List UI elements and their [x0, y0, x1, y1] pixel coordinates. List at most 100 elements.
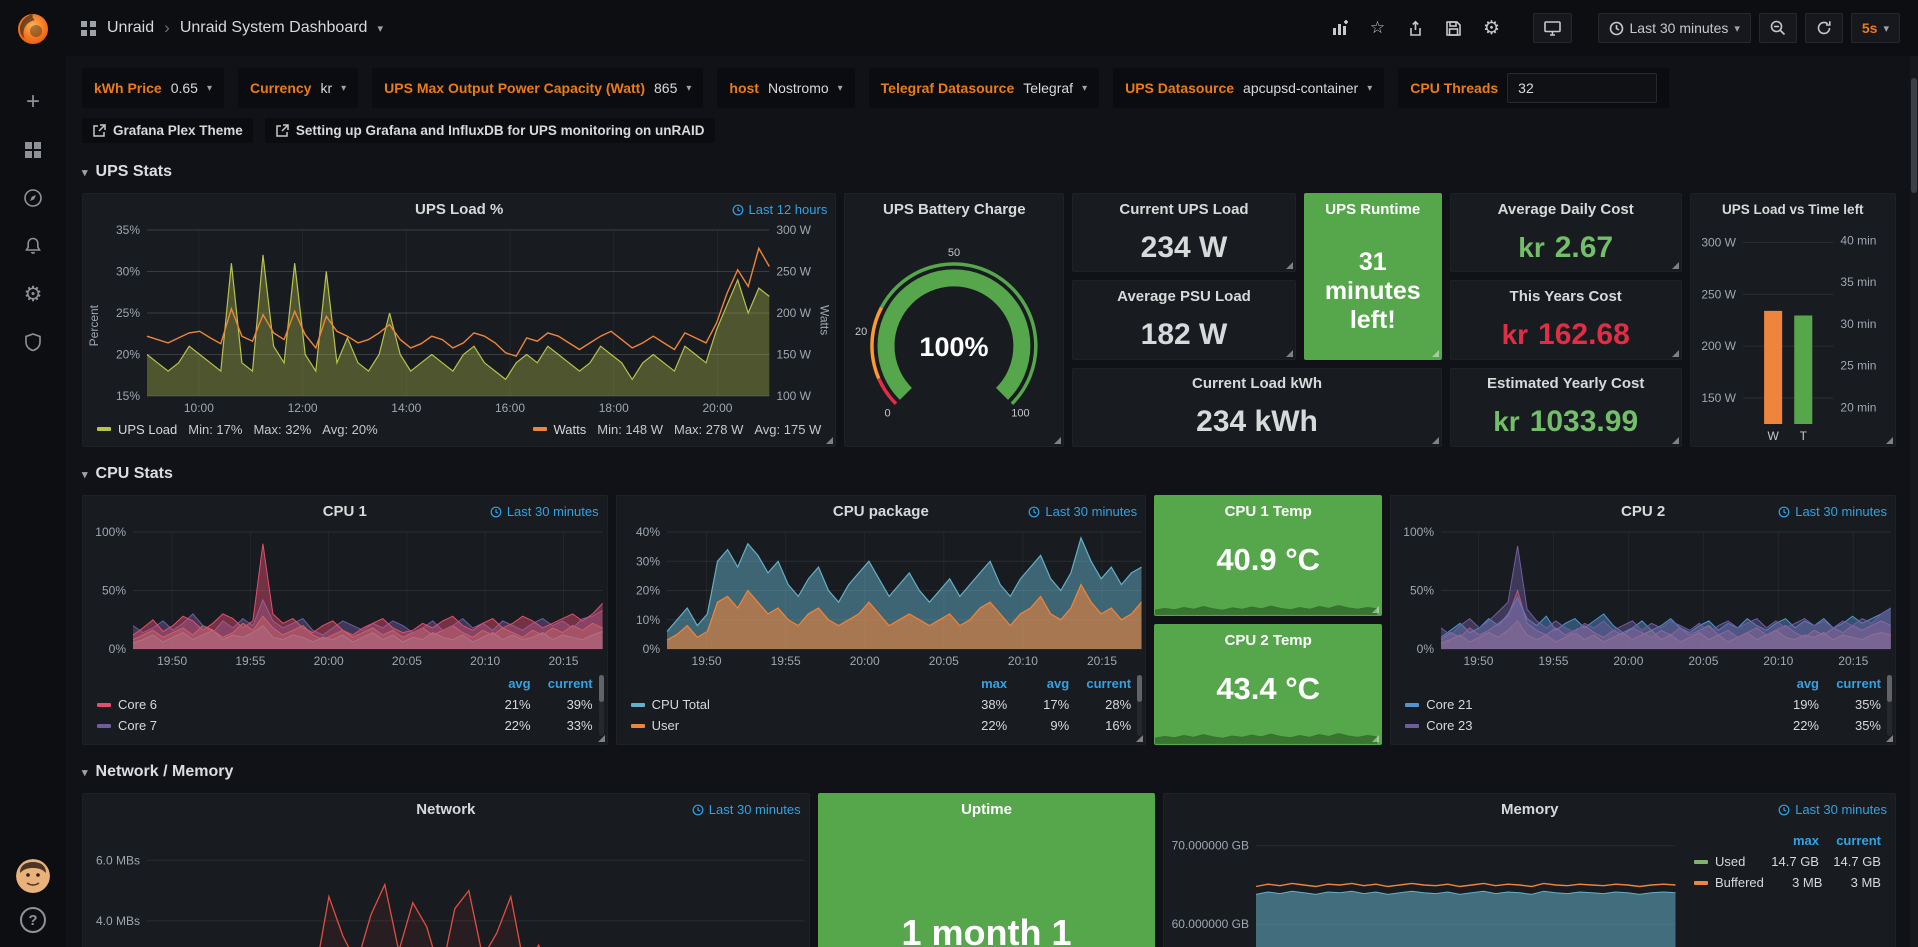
legend-sort-header[interactable]: max: [1757, 833, 1819, 848]
panel-memory: Memory Last 30 minutes 50.000000 GB60.00…: [1163, 793, 1896, 947]
template-variable[interactable]: UPS Datasource apcupsd-container ▾: [1113, 68, 1384, 108]
sidebar-item-alerting[interactable]: [11, 226, 55, 266]
legend-row[interactable]: Used14.7 GB14.7 GB: [1694, 851, 1881, 872]
load-vs-time-bar-chart[interactable]: 150 W200 W250 W300 W20 min25 min30 min35…: [1691, 224, 1895, 446]
panel-title[interactable]: Estimated Yearly Cost: [1487, 375, 1644, 392]
star-button[interactable]: ☆: [1363, 13, 1393, 43]
variable-value[interactable]: 0.65: [171, 80, 198, 96]
legend-scrollbar[interactable]: [1887, 675, 1892, 736]
add-panel-button[interactable]: [1325, 13, 1355, 43]
sidebar-item-create[interactable]: +: [11, 82, 55, 122]
legend-sort-header[interactable]: avg: [1757, 676, 1819, 691]
template-variable[interactable]: Currency kr ▾: [238, 68, 358, 108]
save-button[interactable]: [1439, 13, 1469, 43]
template-variable[interactable]: UPS Max Output Power Capacity (Watt) 865…: [372, 68, 703, 108]
row-header-cpu-stats[interactable]: ▾ CPU Stats: [82, 459, 1896, 489]
row-header-ups-stats[interactable]: ▾ UPS Stats: [82, 157, 1896, 187]
network-chart[interactable]: 2.0 MBs4.0 MBs6.0 MBs: [83, 824, 809, 947]
panel-title[interactable]: UPS Load %: [415, 201, 503, 218]
breadcrumb-title[interactable]: Unraid System Dashboard: [180, 19, 368, 37]
row-header-network-memory[interactable]: ▾ Network / Memory: [82, 757, 1896, 787]
legend-value: 39%: [531, 697, 593, 712]
svg-text:20:00: 20:00: [314, 654, 344, 668]
legend-scrollbar[interactable]: [1137, 675, 1142, 736]
template-variable[interactable]: CPU Threads 32: [1398, 68, 1669, 108]
legend-sort-header[interactable]: current: [531, 676, 593, 691]
template-variable[interactable]: Telegraf Datasource Telegraf ▾: [869, 68, 1099, 108]
template-variable[interactable]: host Nostromo ▾: [717, 68, 854, 108]
breadcrumb-folder[interactable]: Unraid: [107, 19, 154, 37]
sidebar-item-explore[interactable]: [11, 178, 55, 218]
legend-sort-header[interactable]: current: [1069, 676, 1131, 691]
ups-load-chart[interactable]: 15%20%25%30%35%100 W150 W200 W250 W300 W…: [83, 224, 835, 418]
variable-value[interactable]: 32: [1507, 73, 1657, 103]
panel-title[interactable]: Average PSU Load: [1117, 288, 1251, 305]
sidebar-item-server-admin[interactable]: [11, 322, 55, 362]
panel-title[interactable]: Current Load kWh: [1192, 375, 1322, 392]
legend-row[interactable]: User22%9%16%: [631, 715, 1132, 736]
cpu1-chart[interactable]: 0%50%100%19:5019:5520:0020:0520:1020:15: [83, 526, 607, 671]
panel-title[interactable]: Current UPS Load: [1119, 201, 1248, 218]
panel-title[interactable]: CPU 2: [1621, 503, 1665, 520]
panel-title[interactable]: Network: [416, 801, 475, 818]
legend-row[interactable]: Core 621%39%: [97, 694, 593, 715]
legend-sort-header[interactable]: current: [1819, 833, 1881, 848]
legend-row[interactable]: CPU Total38%17%28%: [631, 694, 1132, 715]
legend-row[interactable]: Core 722%33%: [97, 715, 593, 736]
panel-title[interactable]: Memory: [1501, 801, 1559, 818]
legend-sort-header[interactable]: avg: [469, 676, 531, 691]
legend-sort-header[interactable]: avg: [1007, 676, 1069, 691]
zoom-out-button[interactable]: [1759, 13, 1797, 43]
cpu-package-chart[interactable]: 0%10%20%30%40%19:5019:5520:0020:0520:102…: [617, 526, 1146, 671]
panel-title[interactable]: This Years Cost: [1510, 288, 1622, 305]
cycle-view-button[interactable]: [1533, 13, 1572, 43]
grafana-logo[interactable]: [13, 8, 53, 48]
dashboard-link-plex-theme[interactable]: Grafana Plex Theme: [82, 118, 253, 143]
variable-value[interactable]: Nostromo: [768, 80, 829, 96]
refresh-button[interactable]: [1805, 13, 1843, 43]
memory-chart[interactable]: 50.000000 GB60.000000 GB70.000000 GB: [1164, 824, 1680, 947]
help-icon[interactable]: ?: [20, 907, 46, 933]
panel-ups-load-vs-time-left: UPS Load vs Time left 150 W200 W250 W300…: [1690, 193, 1896, 447]
panel-title[interactable]: CPU 1 Temp: [1225, 503, 1312, 520]
variable-value[interactable]: Telegraf: [1023, 80, 1073, 96]
template-variable[interactable]: kWh Price 0.65 ▾: [82, 68, 224, 108]
legend-item[interactable]: WattsMin: 148 WMax: 278 WAvg: 175 W: [533, 422, 822, 437]
refresh-interval-button[interactable]: 5s ▾: [1851, 13, 1900, 43]
share-button[interactable]: [1401, 13, 1431, 43]
panel-title[interactable]: UPS Battery Charge: [883, 201, 1026, 218]
scrollbar[interactable]: [1910, 56, 1918, 947]
user-avatar[interactable]: [16, 859, 50, 893]
sidebar-item-configuration[interactable]: ⚙: [11, 274, 55, 314]
clock-icon: [490, 506, 502, 518]
sidebar-item-dashboards[interactable]: [11, 130, 55, 170]
legend-scrollbar[interactable]: [599, 675, 604, 736]
svg-text:20:10: 20:10: [470, 654, 500, 668]
legend-sort-header[interactable]: max: [945, 676, 1007, 691]
legend-sort-header[interactable]: current: [1819, 676, 1881, 691]
variable-value[interactable]: kr: [320, 80, 332, 96]
battery-gauge-chart[interactable]: 02050100100%: [851, 226, 1057, 440]
dashboard-caret-icon[interactable]: ▾: [377, 22, 383, 35]
legend-item[interactable]: UPS LoadMin: 17%Max: 32%Avg: 20%: [97, 422, 378, 437]
panel-title[interactable]: CPU 2 Temp: [1225, 632, 1312, 649]
panel-title[interactable]: Average Daily Cost: [1498, 201, 1634, 218]
dashboard-link-ups-guide[interactable]: Setting up Grafana and InfluxDB for UPS …: [265, 118, 715, 143]
panel-title[interactable]: UPS Load vs Time left: [1722, 202, 1864, 217]
panel-title[interactable]: CPU package: [833, 503, 929, 520]
variable-value[interactable]: apcupsd-container: [1243, 80, 1358, 96]
main-area: Unraid › Unraid System Dashboard ▾ ☆: [66, 0, 1918, 947]
time-picker-button[interactable]: Last 30 minutes ▾: [1598, 13, 1751, 43]
legend-row[interactable]: Core 2322%35%: [1405, 715, 1881, 736]
variable-caret-icon: ▾: [686, 83, 691, 94]
dashboard-settings-button[interactable]: ⚙: [1477, 13, 1507, 43]
legend-row[interactable]: Core 2119%35%: [1405, 694, 1881, 715]
apps-grid-icon[interactable]: [80, 20, 97, 37]
panel-title[interactable]: UPS Runtime: [1325, 201, 1420, 218]
scrollbar-thumb[interactable]: [1911, 78, 1917, 193]
cpu2-chart[interactable]: 0%50%100%19:5019:5520:0020:0520:1020:15: [1391, 526, 1895, 671]
legend-row[interactable]: Buffered3 MB3 MB: [1694, 872, 1881, 893]
panel-title[interactable]: Uptime: [961, 801, 1012, 818]
panel-title[interactable]: CPU 1: [323, 503, 367, 520]
variable-value[interactable]: 865: [654, 80, 677, 96]
